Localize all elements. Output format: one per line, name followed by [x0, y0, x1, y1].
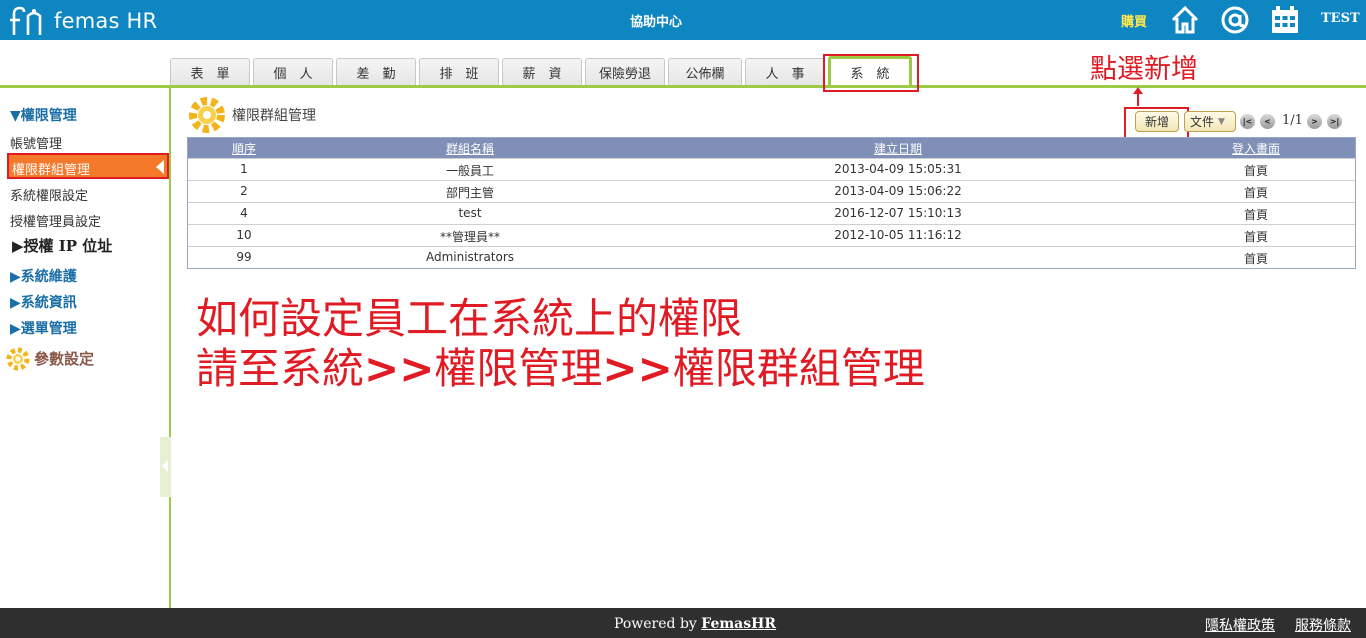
sidebar-section-info[interactable]: ▶系統資訊: [10, 292, 77, 312]
table-header: 順序 群組名稱 建立日期 登入畫面: [188, 138, 1355, 158]
home-icon[interactable]: [1170, 5, 1200, 35]
last-page-icon[interactable]: >|: [1327, 114, 1342, 129]
cell-login: 首頁: [1243, 186, 1269, 200]
table-row[interactable]: 4 test 2016-12-07 15:10:13 首頁: [188, 202, 1355, 224]
cell-date: 2012-10-05 11:16:12: [834, 228, 962, 242]
page-title: 權限群組管理: [232, 108, 316, 124]
col-login[interactable]: 登入畫面: [1232, 140, 1280, 157]
cell-name: test: [458, 206, 482, 220]
tab-personal[interactable]: 個 人: [253, 58, 333, 85]
cell-login: 首頁: [1243, 230, 1269, 244]
sidebar-collapse-handle[interactable]: [160, 437, 171, 497]
sidebar-section-maintain[interactable]: ▶系統維護: [10, 266, 77, 286]
sidebar: ▼權限管理 帳號管理 權限群組管理 系統權限設定 授權管理員設定 ▶授權 IP …: [0, 88, 171, 608]
col-seq[interactable]: 順序: [232, 140, 256, 157]
annotation-click-add: 點選新增: [1090, 54, 1198, 85]
table-row[interactable]: 2 部門主管 2013-04-09 15:06:22 首頁: [188, 180, 1355, 202]
annotation-arrow-line: [1137, 92, 1139, 106]
cell-name: 部門主管: [445, 186, 495, 200]
tab-personnel[interactable]: 人 事: [745, 58, 825, 85]
annotation-part-group: 權限群組管理: [672, 344, 925, 393]
sidebar-item-group-active[interactable]: 權限群組管理: [7, 153, 169, 179]
sidebar-item-sys-perm[interactable]: 系統權限設定: [10, 185, 88, 204]
powered-prefix: Powered by: [614, 616, 702, 632]
highlight-tab-system: [823, 54, 919, 92]
femashr-link[interactable]: FemasHR: [701, 616, 776, 632]
calendar-icon[interactable]: [1270, 5, 1300, 35]
privacy-policy-link[interactable]: 隱私權政策: [1205, 615, 1275, 635]
powered-by: Powered by FemasHR: [614, 616, 776, 632]
sidebar-item-admin[interactable]: 授權管理員設定: [10, 211, 101, 230]
table-row[interactable]: 99 Administrators 首頁: [188, 246, 1355, 268]
chevron-down-icon: ▼: [1218, 116, 1225, 127]
cell-date: 2013-04-09 15:06:22: [834, 184, 962, 198]
pager-text: 1/1: [1282, 113, 1303, 128]
page-gear-icon: [189, 97, 225, 133]
terms-of-service-link[interactable]: 服務條款: [1295, 615, 1351, 635]
annotation-sep-1: >>: [364, 344, 435, 393]
tab-insurance[interactable]: 保險勞退: [585, 58, 665, 85]
collapse-arrow-icon: [162, 460, 168, 472]
tab-attendance[interactable]: 差 勤: [336, 58, 416, 85]
cell-name: Administrators: [425, 250, 515, 264]
cell-name: 一般員工: [445, 164, 495, 178]
table-row[interactable]: 1 一般員工 2013-04-09 15:05:31 首頁: [188, 158, 1355, 180]
active-notch-icon: [156, 160, 164, 174]
footer: Powered by FemasHR 隱私權政策 服務條款: [0, 608, 1366, 638]
logo-mark-icon: [10, 6, 42, 35]
sidebar-item-group-label: 權限群組管理: [12, 163, 91, 178]
annotation-part-system: 請至系統: [196, 344, 365, 393]
user-name[interactable]: TEST: [1321, 11, 1360, 26]
table-row[interactable]: 10 **管理員** 2012-10-05 11:16:12 首頁: [188, 224, 1355, 246]
cell-date: 2016-12-07 15:10:13: [834, 206, 962, 220]
annotation-part-permission: 權限管理: [434, 344, 603, 393]
tab-forms[interactable]: 表 單: [170, 58, 250, 85]
prev-page-icon[interactable]: <: [1260, 114, 1275, 129]
sidebar-item-ip[interactable]: ▶授權 IP 位址: [12, 235, 112, 256]
sidebar-item-account[interactable]: 帳號管理: [10, 133, 62, 152]
document-dropdown[interactable]: 文件 ▼: [1184, 111, 1236, 132]
cell-login: 首頁: [1243, 208, 1269, 222]
at-icon[interactable]: [1220, 5, 1250, 35]
tab-salary[interactable]: 薪 資: [502, 58, 582, 85]
cell-date: 2013-04-09 15:05:31: [834, 162, 962, 176]
cell-seq: 2: [240, 184, 248, 198]
logo-text: femas HR: [54, 9, 158, 33]
first-page-icon[interactable]: |<: [1240, 114, 1255, 129]
cell-login: 首頁: [1243, 252, 1269, 266]
col-date[interactable]: 建立日期: [874, 140, 922, 157]
params-gear-icon: [6, 347, 30, 371]
buy-link[interactable]: 購買: [1121, 11, 1147, 30]
cell-name: **管理員**: [439, 230, 501, 244]
sidebar-section-permission[interactable]: ▼權限管理: [10, 105, 77, 125]
femas-logo[interactable]: femas HR: [8, 6, 157, 36]
top-bar: femas HR 協助中心 購買 TEST: [0, 0, 1366, 40]
tab-bulletin[interactable]: 公佈欄: [668, 58, 742, 85]
annotation-line-2: 請至系統>>權限管理>>權限群組管理: [196, 335, 925, 396]
tab-schedule[interactable]: 排 班: [419, 58, 499, 85]
cell-seq: 99: [236, 250, 252, 264]
help-center-link[interactable]: 協助中心: [620, 11, 692, 30]
highlight-add-button: [1124, 107, 1189, 140]
cell-seq: 1: [240, 162, 248, 176]
annotation-sep-2: >>: [602, 344, 673, 393]
col-name[interactable]: 群組名稱: [446, 140, 494, 157]
group-table: 順序 群組名稱 建立日期 登入畫面 1 一般員工 2013-04-09 15:0…: [187, 137, 1356, 269]
sidebar-section-params[interactable]: 參數設定: [34, 348, 94, 369]
next-page-icon[interactable]: >: [1307, 114, 1322, 129]
sidebar-section-menu[interactable]: ▶選單管理: [10, 318, 77, 338]
cell-seq: 4: [240, 206, 248, 220]
cell-seq: 10: [236, 228, 252, 242]
document-label: 文件: [1190, 115, 1215, 129]
cell-login: 首頁: [1243, 164, 1269, 178]
